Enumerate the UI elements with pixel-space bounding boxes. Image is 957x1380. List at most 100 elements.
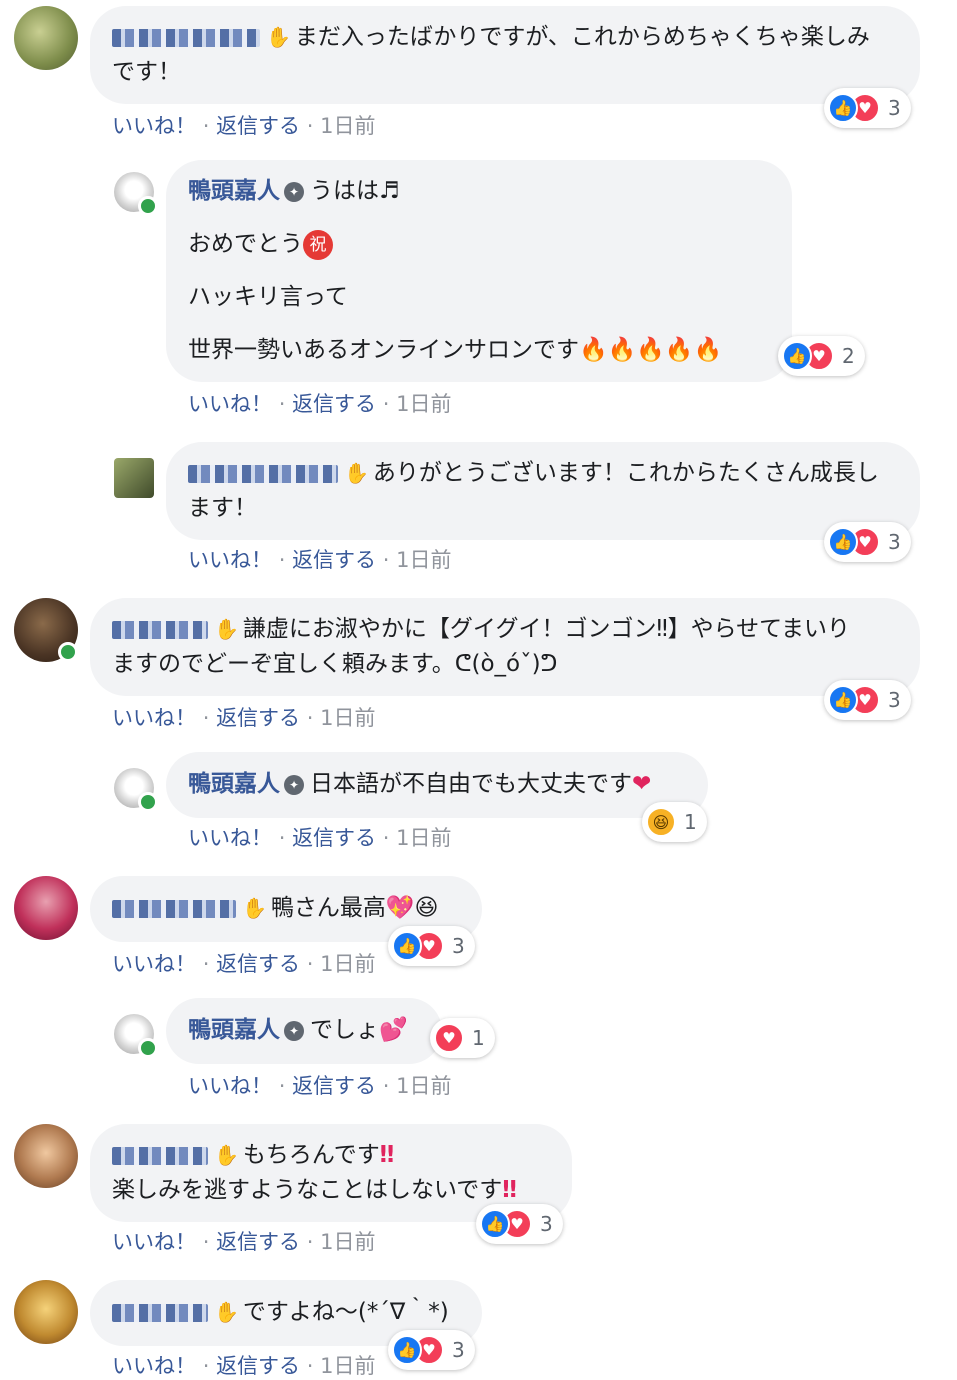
wave-icon: ✋ bbox=[242, 896, 267, 920]
reply-link[interactable]: 返信する bbox=[216, 952, 300, 976]
laughing-face-icon: 😆 bbox=[414, 895, 439, 921]
comment-text: おめでとう bbox=[188, 231, 303, 257]
avatar[interactable] bbox=[114, 458, 154, 498]
comment-bubble: 鴨頭嘉人 ✦ 日本語が不自由でも大丈夫です❤ bbox=[166, 752, 708, 818]
like-icon: 👍 bbox=[480, 1209, 510, 1239]
comment-text: です！ bbox=[112, 59, 181, 85]
reaction-summary[interactable]: 👍 ♥ 2 bbox=[778, 336, 865, 376]
reaction-count: 1 bbox=[472, 1026, 485, 1050]
reaction-count: 3 bbox=[888, 96, 901, 120]
author-name-blurred[interactable] bbox=[112, 1303, 208, 1322]
timestamp[interactable]: 1日前 bbox=[320, 1354, 375, 1378]
wave-icon: ✋ bbox=[214, 1143, 239, 1167]
comment-text: ます！ bbox=[188, 495, 257, 521]
reaction-summary[interactable]: 👍 ♥ 3 bbox=[824, 522, 911, 562]
verified-badge-icon: ✦ bbox=[284, 1020, 304, 1041]
reply-link[interactable]: 返信する bbox=[216, 114, 300, 138]
reply-link[interactable]: 返信する bbox=[292, 826, 376, 850]
online-indicator bbox=[138, 792, 158, 812]
sparkling-heart-icon: 💖 bbox=[385, 895, 415, 921]
double-exclamation-icon: ‼ bbox=[379, 1142, 395, 1168]
like-link[interactable]: いいね！ bbox=[112, 114, 196, 138]
author-name-blurred[interactable] bbox=[112, 620, 208, 639]
reaction-summary[interactable]: 👍 ♥ 3 bbox=[824, 88, 911, 128]
wave-icon: ✋ bbox=[214, 617, 239, 641]
wave-icon: ✋ bbox=[344, 461, 369, 485]
comment-text: ですよね〜(*´∇｀*) bbox=[242, 1299, 449, 1325]
reply-link[interactable]: 返信する bbox=[292, 548, 376, 572]
comment-text: 謙虚にお淑やかに【グイグイ！ゴンゴン‼】やらせてまいり bbox=[242, 616, 850, 642]
comment-text: ますのでどーぞ宜しく頼みます。ᕦ(ò_óˇ)ᕤ bbox=[112, 651, 558, 677]
timestamp[interactable]: 1日前 bbox=[320, 1230, 375, 1254]
reaction-summary[interactable]: 😆 1 bbox=[642, 802, 707, 842]
author-name[interactable]: 鴨頭嘉人 bbox=[188, 178, 280, 204]
comment-actions: いいね！ · 返信する · 1日前 bbox=[188, 1074, 452, 1098]
reaction-summary[interactable]: 👍 ♥ 3 bbox=[388, 926, 475, 966]
author-name-blurred[interactable] bbox=[188, 464, 338, 483]
author-name-blurred[interactable] bbox=[112, 1146, 208, 1165]
like-link[interactable]: いいね！ bbox=[112, 952, 196, 976]
like-link[interactable]: いいね！ bbox=[188, 1074, 272, 1098]
heart-icon: ❤ bbox=[632, 771, 652, 797]
reply-link[interactable]: 返信する bbox=[216, 1230, 300, 1254]
timestamp[interactable]: 1日前 bbox=[396, 548, 451, 572]
reply-link[interactable]: 返信する bbox=[292, 392, 376, 416]
haha-icon: 😆 bbox=[646, 807, 676, 837]
timestamp[interactable]: 1日前 bbox=[320, 114, 375, 138]
verified-badge-icon: ✦ bbox=[284, 774, 304, 795]
reaction-summary[interactable]: 👍 ♥ 3 bbox=[388, 1330, 475, 1370]
like-link[interactable]: いいね！ bbox=[188, 548, 272, 572]
reaction-count: 1 bbox=[684, 810, 697, 834]
comment-text: 世界一勢いあるオンラインサロンです bbox=[188, 337, 579, 363]
reply-link[interactable]: 返信する bbox=[216, 706, 300, 730]
like-link[interactable]: いいね！ bbox=[112, 1354, 196, 1378]
online-indicator bbox=[138, 196, 158, 216]
comment-actions: いいね！ · 返信する · 1日前 bbox=[112, 1354, 376, 1378]
comment-bubble: 鴨頭嘉人 ✦ うはは♬ おめでとう祝 ハッキリ言って 世界一勢いあるオンラインサロン… bbox=[166, 160, 792, 382]
comment-actions: いいね！ · 返信する · 1日前 bbox=[112, 114, 376, 138]
like-icon: 👍 bbox=[782, 341, 812, 371]
comment-text: ありがとうございます！これからたくさん成長し bbox=[372, 460, 879, 486]
avatar[interactable] bbox=[14, 876, 78, 940]
comment-bubble: ✋ 謙虚にお淑やかに【グイグイ！ゴンゴン‼】やらせてまいり ますのでどーぞ宜しく頼… bbox=[90, 598, 920, 696]
wave-icon: ✋ bbox=[266, 25, 291, 49]
author-name-blurred[interactable] bbox=[112, 899, 236, 918]
reply-link[interactable]: 返信する bbox=[216, 1354, 300, 1378]
timestamp[interactable]: 1日前 bbox=[396, 826, 451, 850]
like-link[interactable]: いいね！ bbox=[188, 826, 272, 850]
reaction-count: 3 bbox=[888, 688, 901, 712]
comment-text: 鴨さん最高 bbox=[270, 895, 386, 921]
comment-text: まだ入ったばかりですが、これからめちゃくちゃ楽しみ bbox=[294, 24, 870, 50]
like-link[interactable]: いいね！ bbox=[112, 1230, 196, 1254]
like-link[interactable]: いいね！ bbox=[188, 392, 272, 416]
reaction-count: 3 bbox=[540, 1212, 553, 1236]
author-name-blurred[interactable] bbox=[112, 28, 260, 47]
timestamp[interactable]: 1日前 bbox=[320, 706, 375, 730]
two-hearts-icon: 💕 bbox=[379, 1017, 408, 1043]
comment-bubble: 鴨頭嘉人 ✦ でしょ💕 bbox=[166, 998, 442, 1064]
author-name[interactable]: 鴨頭嘉人 bbox=[188, 771, 280, 797]
comment-actions: いいね！ · 返信する · 1日前 bbox=[112, 1230, 376, 1254]
timestamp[interactable]: 1日前 bbox=[320, 952, 375, 976]
like-link[interactable]: いいね！ bbox=[112, 706, 196, 730]
comment-text: 日本語が不自由でも大丈夫です bbox=[310, 771, 632, 797]
avatar[interactable] bbox=[14, 1124, 78, 1188]
online-indicator bbox=[138, 1038, 158, 1058]
author-name[interactable]: 鴨頭嘉人 bbox=[188, 1017, 280, 1043]
timestamp[interactable]: 1日前 bbox=[396, 392, 451, 416]
avatar[interactable] bbox=[14, 6, 78, 70]
celebration-badge-icon: 祝 bbox=[303, 229, 333, 260]
avatar[interactable] bbox=[14, 1280, 78, 1344]
comment-text: ハッキリ言って bbox=[188, 284, 348, 310]
comment-actions: いいね！ · 返信する · 1日前 bbox=[112, 952, 376, 976]
reaction-summary[interactable]: 👍 ♥ 3 bbox=[824, 680, 911, 720]
reaction-summary[interactable]: ♥ 1 bbox=[430, 1018, 495, 1058]
comment-text: うはは♬ bbox=[310, 178, 400, 204]
timestamp[interactable]: 1日前 bbox=[396, 1074, 451, 1098]
reply-link[interactable]: 返信する bbox=[292, 1074, 376, 1098]
like-icon: 👍 bbox=[392, 1335, 422, 1365]
comment-actions: いいね！ · 返信する · 1日前 bbox=[112, 706, 376, 730]
online-indicator bbox=[58, 642, 78, 662]
reaction-summary[interactable]: 👍 ♥ 3 bbox=[476, 1204, 563, 1244]
reaction-count: 3 bbox=[452, 934, 465, 958]
